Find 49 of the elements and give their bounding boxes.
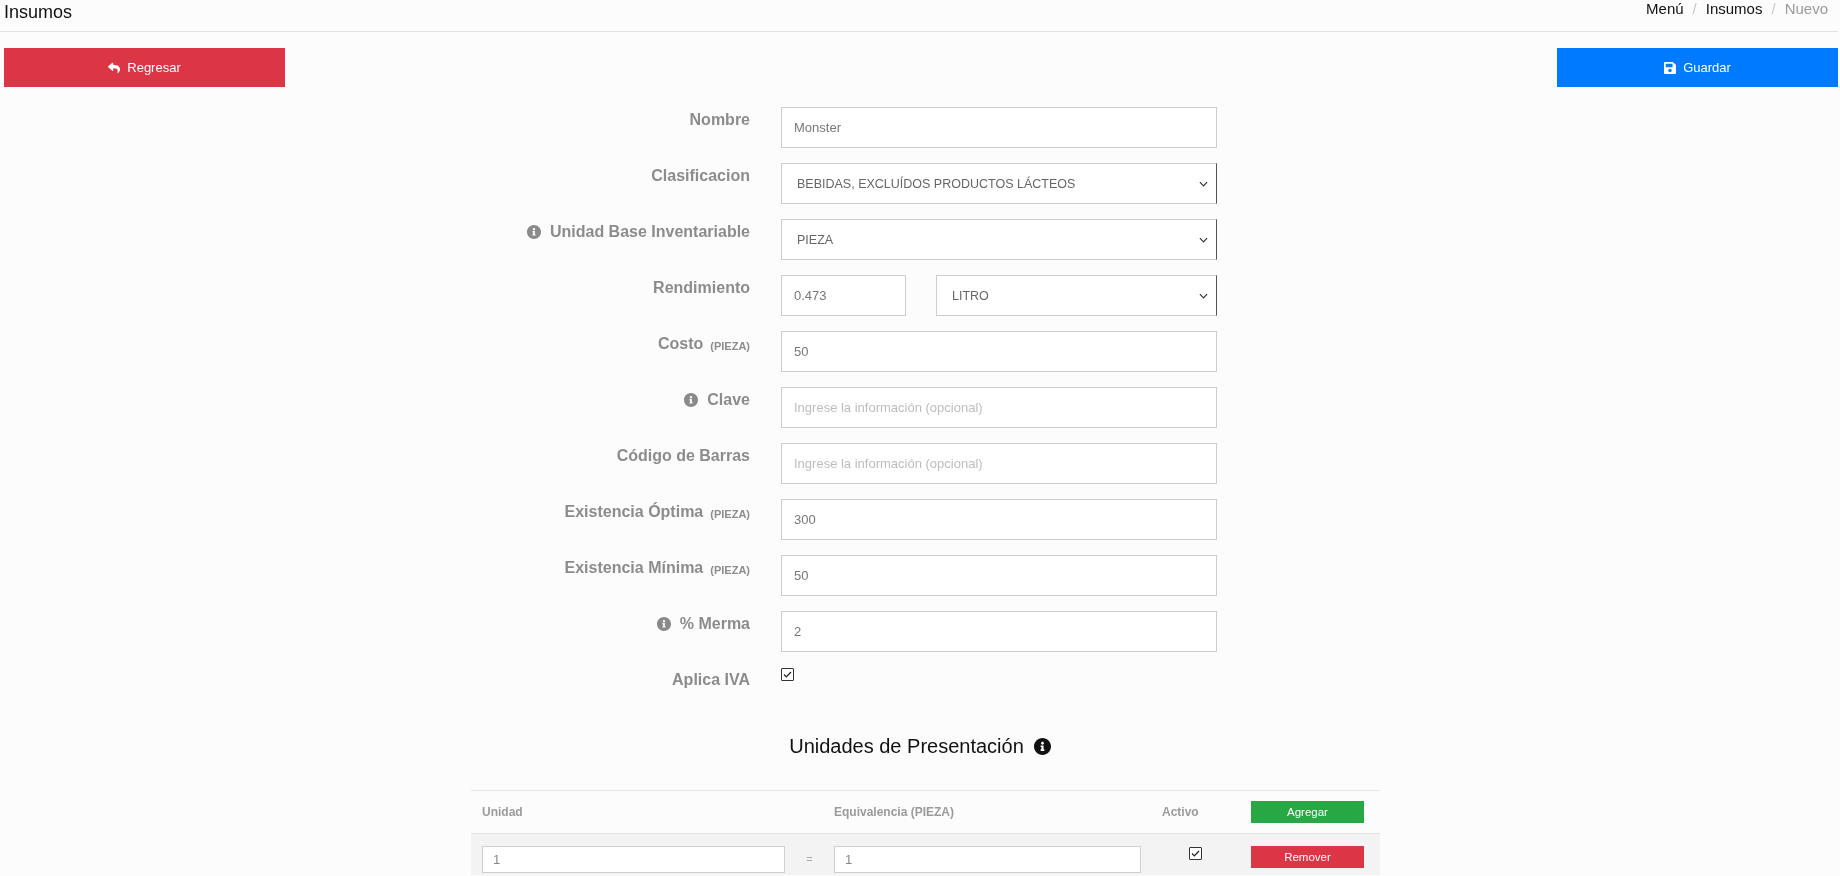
save-button[interactable]: Guardar: [1557, 48, 1838, 87]
field-label: Rendimiento: [653, 278, 750, 298]
field-label: Código de Barras: [616, 446, 750, 466]
unit-label: (PIEZA): [710, 506, 750, 522]
page-title: Insumos: [4, 1, 73, 23]
field-label: Clasificacion: [651, 166, 750, 186]
checkbox[interactable]: [781, 668, 794, 681]
field-label: Aplica IVA: [672, 670, 750, 690]
chevron-down-icon: [1199, 236, 1208, 243]
select-field[interactable]: LITRO: [936, 275, 1217, 316]
input-field[interactable]: 300: [781, 499, 1217, 540]
field-label: Nombre: [689, 110, 750, 130]
select-field[interactable]: BEBIDAS, EXCLUÍDOS PRODUCTOS LÁCTEOS: [781, 163, 1217, 204]
breadcrumb-separator: /: [1771, 0, 1776, 18]
select-field[interactable]: PIEZA: [781, 219, 1217, 260]
input-field[interactable]: 0.473: [781, 275, 906, 316]
section-title: Unidades de Presentación: [789, 734, 1024, 759]
input-field[interactable]: 1: [482, 846, 785, 873]
input-field[interactable]: 50: [781, 555, 1217, 596]
breadcrumb-link[interactable]: Menú: [1646, 0, 1684, 18]
breadcrumb-separator: /: [1692, 0, 1697, 18]
back-button[interactable]: Regresar: [4, 48, 285, 87]
input-field[interactable]: 1: [834, 846, 1141, 873]
checkbox[interactable]: [1189, 847, 1202, 860]
column-header: Activo: [1162, 805, 1199, 819]
input-field[interactable]: Ingrese la información (opcional): [781, 443, 1217, 484]
breadcrumb-current: Nuevo: [1784, 0, 1828, 18]
input-field[interactable]: 50: [781, 331, 1217, 372]
field-label: Clave: [707, 390, 750, 410]
chevron-down-icon: [1199, 180, 1208, 187]
info-icon[interactable]: [1033, 737, 1051, 755]
add-button[interactable]: Agregar: [1251, 801, 1364, 823]
unit-label: (PIEZA): [710, 562, 750, 578]
field-label: Costo: [657, 334, 704, 354]
field-label: Unidad Base Inventariable: [549, 222, 750, 242]
column-header: Unidad: [482, 805, 523, 819]
column-header: Equivalencia (PIEZA): [834, 805, 955, 819]
reply-arrow-icon: [108, 61, 121, 74]
input-field[interactable]: Monster: [781, 107, 1217, 148]
field-label: Existencia Óptima: [564, 501, 704, 522]
chevron-down-icon: [1199, 292, 1208, 299]
remove-button[interactable]: Remover: [1251, 846, 1364, 868]
breadcrumb-link[interactable]: Insumos: [1705, 0, 1763, 18]
field-label: Existencia Mínima: [564, 558, 704, 578]
input-field[interactable]: 2: [781, 611, 1217, 652]
field-label: % Merma: [679, 614, 750, 634]
input-field[interactable]: Ingrese la información (opcional): [781, 387, 1217, 428]
unit-label: (PIEZA): [710, 338, 750, 354]
equals-sign: =: [806, 852, 813, 867]
